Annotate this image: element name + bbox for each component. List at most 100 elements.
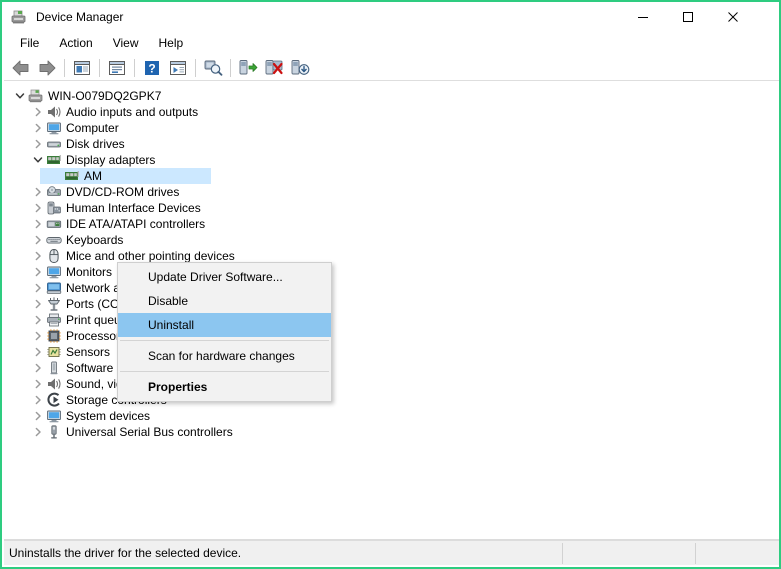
tree-row-2[interactable]: Disk drives [4,136,779,152]
context-menu-item-label: Scan for hardware changes [148,349,295,363]
tree-row-label: Audio inputs and outputs [66,105,199,119]
back-button[interactable] [8,56,34,80]
disable-button[interactable] [287,56,313,80]
tree-row-6[interactable]: Human Interface Devices [4,200,779,216]
tree-row-expander[interactable] [30,376,46,392]
tree-row-expander[interactable] [30,104,46,120]
tree-row-label: Sensors [66,345,111,359]
tree-row-7[interactable]: IDE ATA/ATAPI controllers [4,216,779,232]
tree-row-expander[interactable] [30,264,46,280]
toolbar-separator [134,58,135,77]
ctx-scan-for-hardware-changes[interactable]: Scan for hardware changes [118,344,331,368]
device-tree-panel[interactable]: WIN-O079DQ2GPK7 Audio inputs and outputs C… [4,82,779,544]
usb-icon [46,424,62,440]
tree-row-expander[interactable] [30,280,46,296]
chevron-right-icon [35,379,41,389]
disk-drive-icon [46,136,62,152]
tree-row-1[interactable]: Computer [4,120,779,136]
tree-row-0[interactable]: Audio inputs and outputs [4,104,779,120]
scan-for-hardware-changes-button[interactable] [200,56,226,80]
properties-button[interactable] [104,56,130,80]
ctx-update-driver-software[interactable]: Update Driver Software... [118,265,331,289]
sensor-icon [46,344,62,360]
minimize-button[interactable] [620,2,665,31]
tree-row-expander[interactable] [30,120,46,136]
disable-device-icon [291,60,310,75]
toolbar-separator [230,58,231,77]
ctx-uninstall[interactable]: Uninstall [118,313,331,337]
tree-row-expander[interactable] [30,328,46,344]
tree-row-expander[interactable] [30,152,46,168]
uninstall-button[interactable] [261,56,287,80]
tree-row-expander[interactable] [30,248,46,264]
tree-row-expander[interactable] [30,232,46,248]
tree-row-5[interactable]: DVD/CD-ROM drives [4,184,779,200]
window-title: Device Manager [36,9,124,24]
tree-row-4[interactable]: AM [4,168,779,184]
status-bar: Uninstalls the driver for the selected d… [4,540,779,565]
chevron-right-icon [35,331,41,341]
context-menu-item-label: Update Driver Software... [148,270,283,284]
tree-row-3[interactable]: Display adapters [4,152,779,168]
chevron-right-icon [35,347,41,357]
tree-row-expander[interactable] [30,184,46,200]
tree-row-expander[interactable] [30,344,46,360]
close-button[interactable] [710,2,755,31]
tree-row-expander[interactable] [30,424,46,440]
maximize-button[interactable] [665,2,710,31]
uninstall-device-icon [265,60,283,75]
tree-row-20[interactable]: Universal Serial Bus controllers [4,424,779,440]
software-device-icon [46,360,62,376]
tree-row-label: IDE ATA/ATAPI controllers [66,217,206,231]
ctx-disable[interactable]: Disable [118,289,331,313]
display-adapter-icon [64,168,80,184]
toolbar-separator [64,58,65,77]
chevron-right-icon [35,139,41,149]
menu-action[interactable]: Action [49,33,102,53]
tree-row-expander[interactable] [30,392,46,408]
forward-button[interactable] [34,56,60,80]
svg-text:?: ? [148,61,155,75]
computer-root-icon [28,88,44,104]
toolbar-separator [99,58,100,77]
root-expander[interactable] [12,88,28,104]
chevron-right-icon [35,123,41,133]
menu-file[interactable]: File [10,33,49,53]
tree-row-expander[interactable] [30,136,46,152]
tree-row-label: DVD/CD-ROM drives [66,185,180,199]
storage-controller-icon [46,392,62,408]
show-hide-console-tree-button[interactable] [69,56,95,80]
tree-row-label: Disk drives [66,137,125,151]
ctx-properties[interactable]: Properties [118,375,331,399]
printer-icon [46,312,62,328]
tree-row-label: WIN-O079DQ2GPK7 [48,89,162,103]
tree-row-label: Keyboards [66,233,124,247]
tree-row-expander[interactable] [30,312,46,328]
chevron-right-icon [35,267,41,277]
device-manager-icon [11,9,27,25]
menu-help[interactable]: Help [149,33,194,53]
title-bar: Device Manager [2,2,779,31]
tree-row-19[interactable]: System devices [4,408,779,424]
menu-view[interactable]: View [103,33,149,53]
device-manager-window: Device Manager File Action View Help ? W… [0,0,781,569]
chevron-right-icon [35,219,41,229]
tree-row-expander[interactable] [30,216,46,232]
toolbar-separator [195,58,196,77]
tree-row-expander[interactable] [30,296,46,312]
monitor-icon [46,264,62,280]
update-driver-button[interactable] [235,56,261,80]
chevron-right-icon [35,203,41,213]
forward-arrow-icon [39,60,56,75]
tree-row-8[interactable]: Keyboards [4,232,779,248]
keyboard-icon [46,232,62,248]
tree-row-expander[interactable] [30,360,46,376]
tree-row-expander[interactable] [30,200,46,216]
tree-row-expander[interactable] [30,408,46,424]
help-button[interactable]: ? [139,56,165,80]
ctx-separator-2 [120,371,329,372]
tree-row-root[interactable]: WIN-O079DQ2GPK7 [4,88,779,104]
view-button[interactable] [165,56,191,80]
view-panel-icon [170,60,186,75]
hid-icon [46,200,62,216]
